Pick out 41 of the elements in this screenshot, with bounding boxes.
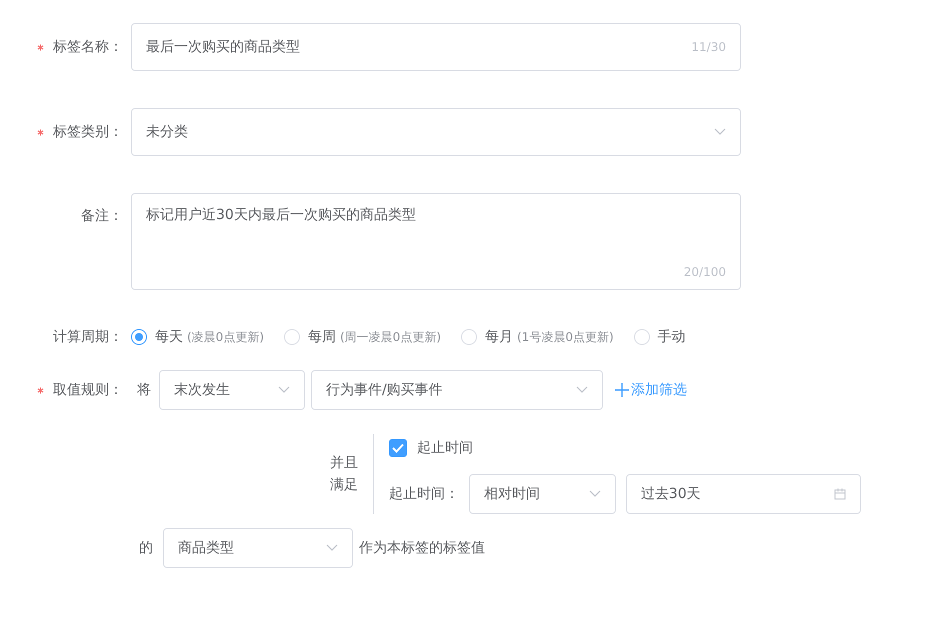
caret-icon bbox=[326, 544, 338, 552]
select-field[interactable]: 商品类型 bbox=[163, 528, 353, 568]
character-count: 20/100 bbox=[684, 265, 726, 279]
required-asterisk-icon bbox=[36, 386, 44, 394]
radio-option[interactable]: 每周 (周一凌晨0点更新) bbox=[284, 328, 441, 346]
field-label: 取值规则： bbox=[53, 382, 123, 398]
of-text: 的 bbox=[139, 539, 153, 557]
caret-icon bbox=[588, 490, 601, 498]
character-count: 11/30 bbox=[691, 40, 726, 54]
field-label: 备注： bbox=[81, 208, 123, 224]
field-label: 计算周期： bbox=[53, 329, 123, 345]
select-field[interactable]: 相对时间 bbox=[468, 474, 616, 514]
textarea-field[interactable]: 标记用户近30天内最后一次购买的商品类型 20/100 bbox=[131, 193, 741, 290]
field-label: 标签名称： bbox=[53, 39, 123, 55]
radio-hint: (1号凌晨0点更新) bbox=[517, 328, 614, 346]
calendar-icon bbox=[834, 488, 846, 500]
required-asterisk-icon bbox=[36, 44, 44, 51]
caret-icon bbox=[576, 386, 588, 394]
plus-icon bbox=[615, 383, 629, 397]
radio-button[interactable] bbox=[131, 329, 147, 345]
caret-icon bbox=[278, 386, 290, 394]
radio-option[interactable]: 每天 (凌晨0点更新) bbox=[131, 328, 264, 346]
field-label: 标签类别： bbox=[53, 124, 123, 140]
check-icon bbox=[392, 443, 404, 453]
suffix-text: 作为本标签的标签值 bbox=[359, 539, 485, 557]
date-field[interactable]: 过去30天 bbox=[626, 474, 861, 514]
select-field[interactable]: 行为事件/购买事件 bbox=[311, 370, 603, 410]
select-field[interactable]: 未分类 bbox=[131, 108, 741, 156]
radio-hint: (周一凌晨0点更新) bbox=[340, 328, 441, 346]
field-label: 起止时间： bbox=[388, 485, 459, 503]
required-asterisk-icon bbox=[36, 128, 44, 136]
checkbox[interactable] bbox=[388, 439, 407, 457]
radio-option[interactable]: 手动 bbox=[634, 328, 686, 346]
checkbox-option[interactable]: 起止时间 bbox=[388, 434, 861, 462]
conjunction-label: 并且满足 bbox=[330, 454, 359, 495]
radio-option[interactable]: 每月 (1号凌晨0点更新) bbox=[461, 328, 614, 346]
caret-icon bbox=[714, 128, 726, 136]
select-field[interactable]: 末次发生 bbox=[159, 370, 305, 410]
input-field[interactable]: 最后一次购买的商品类型 11/30 bbox=[131, 23, 741, 71]
radio-hint: (凌晨0点更新) bbox=[187, 328, 264, 346]
rule-prefix: 将 bbox=[137, 381, 151, 399]
